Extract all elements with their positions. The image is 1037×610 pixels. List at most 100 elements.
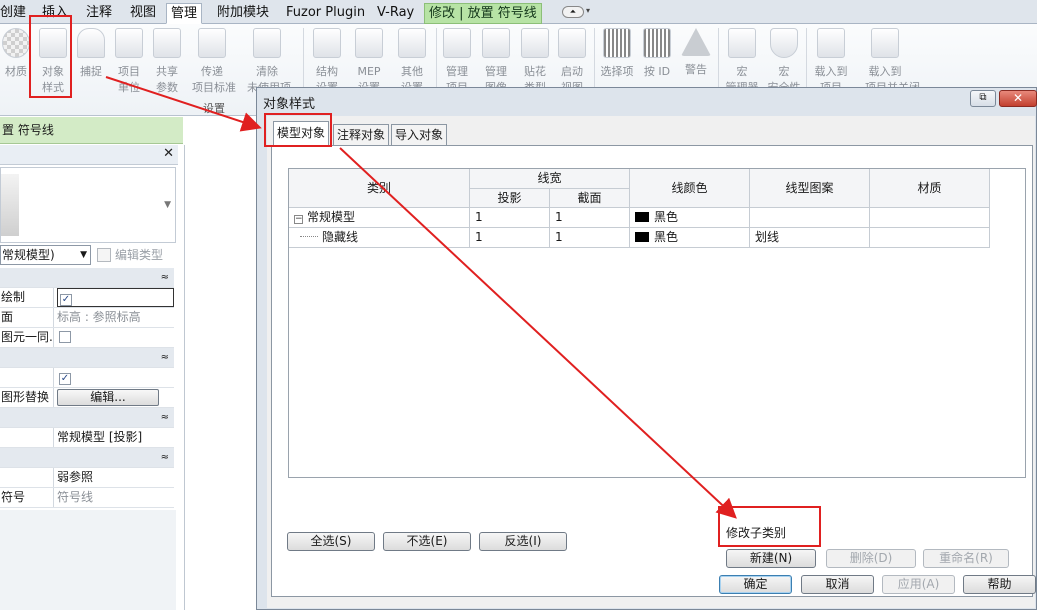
warning-icon — [681, 28, 711, 56]
ribbon-minimize-toggle[interactable]: ⏶ — [562, 6, 584, 18]
delete-subcategory-button[interactable]: 删除(D) — [826, 549, 916, 568]
prop-value: 标高 : 参照标高 — [57, 310, 141, 324]
prop-section-identity[interactable]: ≈ — [0, 408, 174, 428]
manage-images-button[interactable]: 管理图像 — [476, 28, 516, 96]
mep-settings-button[interactable]: MEP设置 — [349, 28, 389, 96]
cancel-button[interactable]: 取消 — [801, 575, 874, 594]
checkbox-empty[interactable] — [59, 331, 71, 343]
tab-modify-symbolic-line[interactable]: 修改 | 放置 符号线 — [424, 3, 542, 24]
tab-addins[interactable]: 附加模块 — [213, 3, 273, 24]
shared-params-label: 共享 参数 — [156, 65, 178, 94]
cell-cut[interactable]: 1 — [550, 208, 630, 228]
prop-name: 面 — [0, 308, 54, 327]
tab-vray[interactable]: V-Ray — [373, 3, 418, 24]
tab-view[interactable]: 视图 — [126, 3, 160, 24]
tab-imported-objects[interactable]: 导入对象 — [391, 124, 448, 145]
new-subcategory-button[interactable]: 新建(N) — [726, 549, 816, 568]
drawing-area[interactable] — [184, 145, 256, 610]
checkbox-checked[interactable]: ✓ — [60, 294, 72, 306]
tab-page: 类别 线宽 投影 截面 线颜色 线型图案 材质 − 常规模型 1 1 黑色 隐藏线… — [271, 145, 1033, 597]
cell-line-pattern[interactable] — [750, 208, 870, 228]
collapse-icon[interactable]: ≈ — [161, 448, 169, 467]
properties-footer — [0, 510, 176, 610]
table-row-category[interactable]: − 常规模型 — [289, 208, 470, 228]
other-settings-button[interactable]: 其他设置 — [392, 28, 432, 96]
prop-value[interactable]: 常规模型 [投影] — [57, 428, 174, 447]
cell-cut[interactable]: 1 — [550, 228, 630, 248]
prop-row-symbol: 符号 符号线 — [0, 488, 174, 508]
tab-annotation-objects[interactable]: 注释对象 — [333, 124, 390, 145]
prop-name: 图元一同... — [0, 328, 54, 347]
ok-button[interactable]: 确定 — [719, 575, 792, 594]
mep-settings-icon — [355, 28, 383, 58]
macro-manager-button[interactable]: 宏管理器 — [722, 28, 762, 96]
cell-material[interactable] — [870, 228, 990, 248]
collapse-icon[interactable]: ≈ — [161, 268, 169, 287]
edit-type-label: 编辑类型 — [115, 248, 164, 262]
invert-selection-button[interactable]: 反选(I) — [479, 532, 567, 551]
cell-line-color[interactable]: 黑色 — [630, 228, 750, 248]
tab-create[interactable]: 创建 — [0, 3, 30, 24]
selection-button[interactable]: 选择项 — [597, 28, 637, 80]
prop-name — [0, 368, 54, 387]
shared-params-button[interactable]: 共享 参数 — [147, 28, 187, 96]
prop-value: 符号线 — [57, 490, 94, 504]
type-preview[interactable]: ▼ — [0, 167, 176, 243]
cell-line-color[interactable]: 黑色 — [630, 208, 750, 228]
starting-view-button[interactable]: 启动视图 — [552, 28, 592, 96]
tab-manage[interactable]: 管理 — [166, 3, 203, 24]
load-into-project-button[interactable]: 载入到项目 — [811, 28, 851, 96]
cell-projection[interactable]: 1 — [470, 228, 550, 248]
prop-value[interactable]: 弱参照 — [57, 468, 174, 487]
manage-project-button[interactable]: 管理项目 — [437, 28, 477, 96]
macro-security-button[interactable]: 宏安全性 — [764, 28, 804, 96]
help-button[interactable]: 帮助 — [963, 575, 1036, 594]
select-by-id-button[interactable]: 按 ID — [637, 28, 677, 80]
warnings-button[interactable]: 警告 — [676, 28, 716, 78]
prop-section-other[interactable]: ≈ — [0, 448, 174, 468]
project-units-button[interactable]: 项目 单位 — [109, 28, 149, 96]
prop-section-graphics[interactable]: ≈ — [0, 348, 174, 368]
tab-fuzor-plugin[interactable]: Fuzor Plugin — [282, 3, 369, 24]
cell-line-pattern[interactable]: 划线 — [750, 228, 870, 248]
restore-icon[interactable]: ⧉ — [970, 90, 996, 107]
collapse-tree-icon[interactable]: − — [294, 215, 303, 224]
highlight-model-objects-tab — [264, 113, 332, 147]
cell-projection[interactable]: 1 — [470, 208, 550, 228]
close-icon[interactable]: ✕ — [163, 146, 174, 161]
collapse-icon[interactable]: ≈ — [161, 408, 169, 427]
select-all-button[interactable]: 全选(S) — [287, 532, 375, 551]
shield-icon — [770, 28, 798, 58]
checkbox-checked[interactable]: ✓ — [59, 373, 71, 385]
chevron-down-icon[interactable]: ▾ — [586, 6, 590, 15]
project-units-icon — [115, 28, 143, 58]
prop-row-work-plane: 面 标高 : 参照标高 — [0, 308, 174, 328]
cell-material[interactable] — [870, 208, 990, 228]
type-selector[interactable]: 常规模型) ▼ — [0, 245, 91, 265]
rename-subcategory-button[interactable]: 重命名(R) — [923, 549, 1009, 568]
select-none-button[interactable]: 不选(E) — [383, 532, 471, 551]
prop-section-constraints[interactable]: ≈ — [0, 268, 174, 288]
collapse-icon[interactable]: ≈ — [161, 348, 169, 367]
edit-override-button[interactable]: 编辑... — [57, 389, 159, 406]
edit-type-button[interactable]: 编辑类型 — [97, 245, 163, 265]
prop-name: 符号 — [0, 488, 54, 507]
prop-row-reference: 弱参照 — [0, 468, 174, 488]
color-name: 黑色 — [654, 230, 679, 244]
header-projection: 投影 — [470, 189, 550, 208]
transfer-standards-button[interactable]: 传递 项目标准 — [192, 28, 236, 96]
prop-name — [0, 468, 54, 487]
dialog-title: 对象样式 — [263, 97, 316, 112]
structural-settings-button[interactable]: 结构设置 — [307, 28, 347, 96]
close-icon[interactable]: ✕ — [999, 90, 1037, 107]
tab-annotate[interactable]: 注释 — [82, 3, 116, 24]
purge-unused-button[interactable]: 清除未使用项 — [247, 28, 291, 96]
prop-row-subcategory: 常规模型 [投影] — [0, 428, 174, 448]
table-row-subcategory[interactable]: 隐藏线 — [289, 228, 470, 248]
load-and-close-button[interactable]: 载入到项目并关闭 — [865, 28, 920, 96]
shared-params-icon — [153, 28, 181, 58]
snap-button[interactable]: 捕捉 — [71, 28, 111, 80]
chevron-down-icon[interactable]: ▼ — [164, 200, 171, 210]
apply-button[interactable]: 应用(A) — [882, 575, 955, 594]
decal-types-button[interactable]: 贴花类型 — [515, 28, 555, 96]
